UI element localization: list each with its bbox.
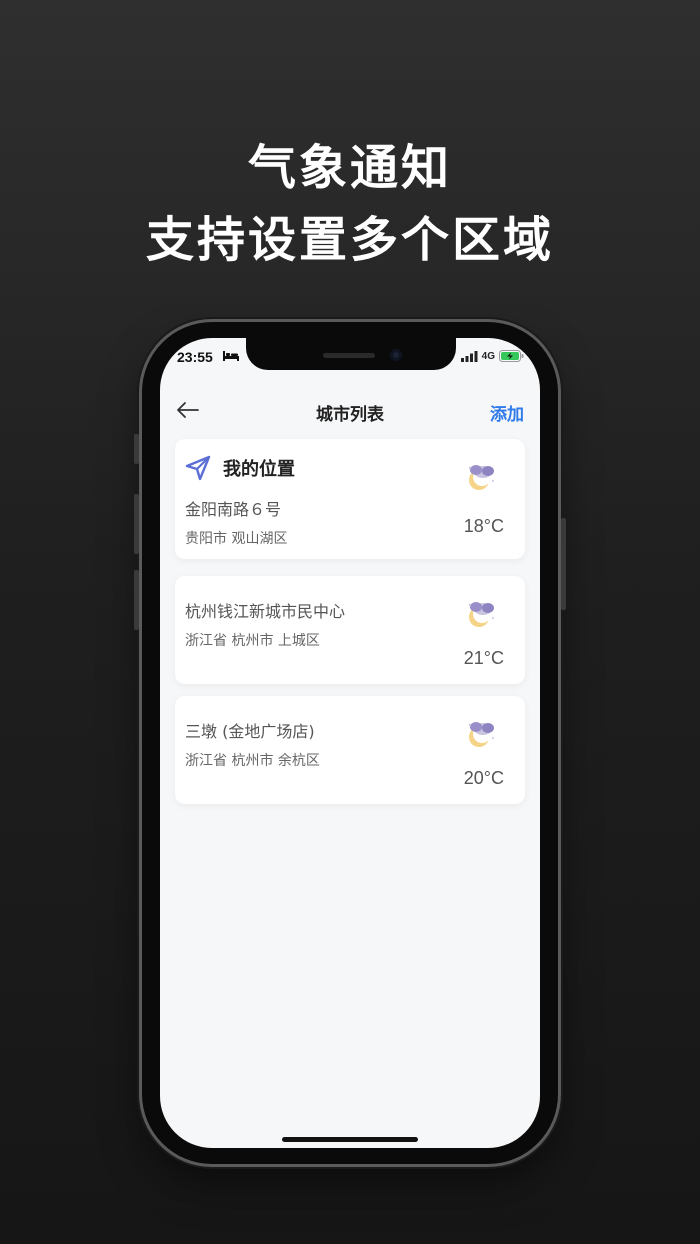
signal-icon [460, 350, 478, 362]
sleep-bed-icon [223, 351, 239, 361]
status-time: 23:55 [177, 349, 213, 365]
network-type: 4G [481, 350, 495, 362]
battery-charging-icon [499, 350, 524, 362]
city-card[interactable]: 杭州钱江新城市民中心 浙江省 杭州市 上城区 21°C [175, 576, 525, 684]
city-temperature: 18°C [463, 516, 504, 536]
speaker-grille [323, 353, 375, 358]
city-card[interactable]: 三墩 (金地广场店) 浙江省 杭州市 余杭区 20°C [175, 696, 525, 804]
home-indicator[interactable] [282, 1137, 418, 1142]
navigation-bar: 城市列表 添加 [160, 388, 540, 432]
city-region: 贵阳市 观山湖区 [185, 531, 288, 547]
city-region: 浙江省 杭州市 上城区 [185, 633, 320, 649]
app-screen: 23:55 4G 城市列表 添加 我的位置 金阳南路６号 贵阳市 观山湖区 18… [160, 338, 540, 1148]
status-indicators: 4G [460, 350, 524, 362]
location-arrow-icon [185, 455, 211, 481]
city-temperature: 21°C [463, 648, 504, 668]
my-location-label: 我的位置 [223, 459, 295, 480]
city-address: 杭州钱江新城市民中心 [185, 602, 346, 621]
page-title: 城市列表 [316, 405, 384, 425]
volume-up-button [134, 494, 139, 554]
city-card-my-location[interactable]: 我的位置 金阳南路６号 贵阳市 观山湖区 18°C [175, 439, 525, 559]
headline-title: 气象通知 [247, 140, 452, 196]
phone-frame: 23:55 4G 城市列表 添加 我的位置 金阳南路６号 贵阳市 观山湖区 18… [134, 322, 566, 1164]
mute-switch [134, 434, 139, 464]
city-address: 金阳南路６号 [185, 500, 282, 519]
front-camera [390, 349, 402, 361]
partly-cloudy-night-icon [468, 602, 494, 627]
add-button[interactable]: 添加 [490, 400, 524, 425]
power-button [561, 518, 566, 610]
city-region: 浙江省 杭州市 余杭区 [185, 753, 320, 769]
card-header: 我的位置 [185, 455, 295, 481]
city-temperature: 20°C [463, 768, 504, 788]
headline-subtitle: 支持设置多个区域 [145, 212, 554, 268]
notch [246, 338, 456, 370]
partly-cloudy-night-icon [468, 722, 494, 747]
partly-cloudy-night-icon [468, 465, 494, 490]
volume-down-button [134, 570, 139, 630]
city-address: 三墩 (金地广场店) [185, 722, 315, 741]
